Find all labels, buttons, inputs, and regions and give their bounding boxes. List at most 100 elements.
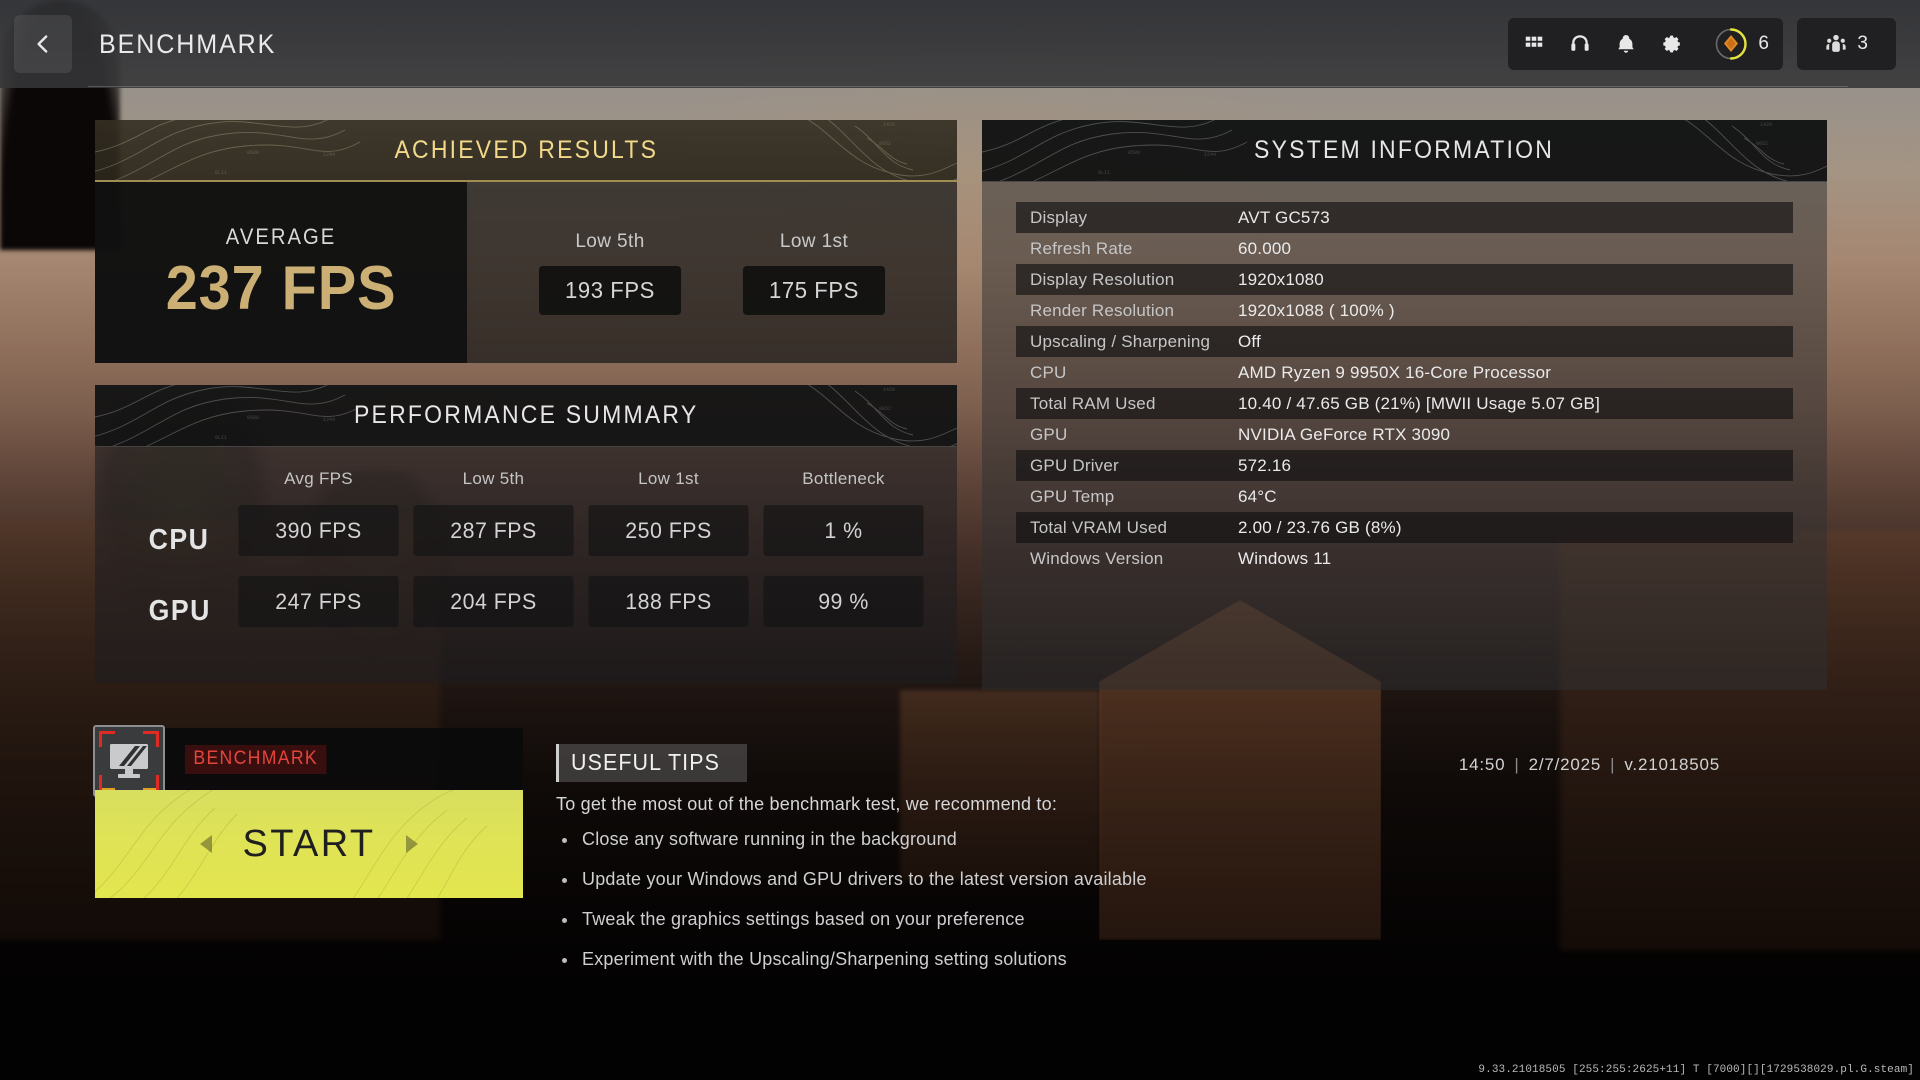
svg-text:0LI1: 0LI1 xyxy=(1098,170,1110,176)
useful-tips-title-wrap: USEFUL TIPS xyxy=(556,744,748,782)
sysinfo-key: Total RAM Used xyxy=(1030,393,1156,413)
low-percentile-group: Low 5th 193 FPS Low 1st 175 FPS xyxy=(467,182,957,363)
sysinfo-key: CPU xyxy=(1030,362,1067,382)
sysinfo-value: Off xyxy=(1238,331,1261,351)
low-5th-label: Low 5th xyxy=(575,230,645,252)
table-row: Total RAM Used 10.40 / 47.65 GB (21%) [M… xyxy=(1016,388,1793,419)
sysinfo-value: 2.00 / 23.76 GB (8%) xyxy=(1238,517,1402,537)
corner-mark-tl-v xyxy=(99,731,102,747)
page-title: BENCHMARK xyxy=(99,28,277,59)
table-row: Windows Version Windows 11 xyxy=(1016,543,1793,574)
table-row: GPU Temp 64°C xyxy=(1016,481,1793,512)
squad-members-count: 3 xyxy=(1857,33,1868,54)
svg-text:0LI1: 0LI1 xyxy=(215,170,227,176)
sysinfo-key: Refresh Rate xyxy=(1030,238,1133,258)
corner-mark-br-v xyxy=(156,775,159,791)
corner-mark-tr-v xyxy=(156,731,159,747)
performance-summary-body: Avg FPS Low 5th Low 1st Bottleneck CPU 3… xyxy=(95,447,957,683)
currency-amount: 6 xyxy=(1758,33,1770,54)
sysinfo-value: 1920x1080 xyxy=(1238,269,1324,289)
svg-text:0052: 0052 xyxy=(1756,141,1768,147)
sysinfo-key: GPU Temp xyxy=(1030,486,1115,506)
top-navigation-bar: BENCHMARK 6 3 xyxy=(0,0,1920,88)
squad-members-button[interactable]: 3 xyxy=(1797,18,1896,70)
average-label: AVERAGE xyxy=(225,223,337,249)
sysinfo-key: Display xyxy=(1030,207,1088,227)
list-item: Experiment with the Upscaling/Sharpening… xyxy=(556,949,1316,970)
sysinfo-key: Upscaling / Sharpening xyxy=(1030,331,1211,351)
svg-text:0580: 0580 xyxy=(1128,150,1140,156)
achieved-results-panel: 05800LI1 11601192 12440052 1420 ACHIEVED… xyxy=(95,120,957,363)
header-divider xyxy=(88,86,1848,87)
table-row: Display Resolution 1920x1080 xyxy=(1016,264,1793,295)
sysinfo-value: NVIDIA GeForce RTX 3090 xyxy=(1238,424,1451,444)
performance-summary-panel: 05800LI1 11601192 12440052 1420 PERFORMA… xyxy=(95,385,957,683)
svg-text:0580: 0580 xyxy=(247,415,259,421)
currency-indicator[interactable]: 6 xyxy=(1706,27,1769,61)
list-item: Tweak the graphics settings based on you… xyxy=(556,909,1316,930)
svg-text:1420: 1420 xyxy=(883,122,895,128)
benchmark-action-block: BENCHMARK START xyxy=(93,725,523,898)
sysinfo-key: Render Resolution xyxy=(1030,300,1175,320)
sysinfo-value: 1920x1088 ( 100% ) xyxy=(1238,300,1395,320)
achieved-results-title: ACHIEVED RESULTS xyxy=(394,135,658,164)
useful-tips-section: USEFUL TIPS To get the most out of the b… xyxy=(556,744,1316,989)
benchmark-monitor-icon xyxy=(93,725,165,797)
perf-gpu-low1: 188 FPS xyxy=(588,576,749,627)
low-5th-value: 193 FPS xyxy=(538,265,682,315)
start-button[interactable]: START xyxy=(95,790,523,898)
sysinfo-key: GPU Driver xyxy=(1030,455,1119,475)
svg-text:0LI1: 0LI1 xyxy=(215,435,227,441)
svg-text:1420: 1420 xyxy=(883,387,895,393)
stamp-divider-2: | xyxy=(1610,755,1616,774)
low-5th-stat: Low 5th 193 FPS xyxy=(536,231,684,315)
svg-text:1244: 1244 xyxy=(323,152,335,158)
table-row: Render Resolution 1920x1088 ( 100% ) xyxy=(1016,295,1793,326)
headset-button[interactable] xyxy=(1568,32,1592,56)
sysinfo-value: AVT GC573 xyxy=(1238,207,1330,227)
status-stamp: 14:50 | 2/7/2025 | v.21018505 xyxy=(1459,755,1720,775)
top-bar-right-cluster: 6 3 xyxy=(1508,18,1896,70)
stamp-date: 2/7/2025 xyxy=(1528,755,1602,774)
system-information-body: Display AVT GC573 Refresh Rate 60.000 Di… xyxy=(982,182,1827,690)
sysinfo-key: Display Resolution xyxy=(1030,269,1175,289)
low-1st-stat: Low 1st 175 FPS xyxy=(740,231,888,315)
settings-gear-icon xyxy=(1663,35,1681,53)
table-row: Display AVT GC573 xyxy=(1016,202,1793,233)
list-item: Close any software running in the backgr… xyxy=(556,829,1316,850)
perf-col-header-low1: Low 1st xyxy=(638,469,699,488)
table-row: Refresh Rate 60.000 xyxy=(1016,233,1793,264)
stamp-time: 14:50 xyxy=(1458,755,1506,774)
perf-cpu-bottleneck: 1 % xyxy=(763,505,924,556)
useful-tips-intro: To get the most out of the benchmark tes… xyxy=(556,794,1058,814)
svg-text:1244: 1244 xyxy=(323,417,335,423)
sysinfo-value: 60.000 xyxy=(1238,238,1292,258)
perf-row-label-gpu: GPU xyxy=(148,595,211,627)
sysinfo-key: GPU xyxy=(1030,424,1068,444)
svg-text:0052: 0052 xyxy=(879,141,891,147)
table-row: Total VRAM Used 2.00 / 23.76 GB (8%) xyxy=(1016,512,1793,543)
perf-col-header-bottleneck: Bottleneck xyxy=(802,469,885,488)
notifications-button[interactable] xyxy=(1614,32,1638,56)
sysinfo-key: Total VRAM Used xyxy=(1030,517,1168,537)
grid-apps-button[interactable] xyxy=(1522,32,1546,56)
start-button-label: START xyxy=(242,822,376,865)
achieved-results-header: 05800LI1 11601192 12440052 1420 ACHIEVED… xyxy=(95,120,957,182)
average-value: 237 FPS xyxy=(165,253,397,323)
perf-gpu-low5: 204 FPS xyxy=(413,576,574,627)
back-button[interactable] xyxy=(14,15,72,73)
sysinfo-value: 572.16 xyxy=(1238,455,1292,475)
useful-tips-list: Close any software running in the backgr… xyxy=(556,829,1316,970)
perf-col-header-low5: Low 5th xyxy=(462,469,525,488)
table-row: GPU Driver 572.16 xyxy=(1016,450,1793,481)
perf-cpu-low1: 250 FPS xyxy=(588,505,749,556)
corner-mark-bl-v xyxy=(99,775,102,791)
list-item: Update your Windows and GPU drivers to t… xyxy=(556,869,1316,890)
settings-button[interactable] xyxy=(1660,32,1684,56)
system-icon-cluster: 6 xyxy=(1508,18,1784,70)
start-arrow-right-icon xyxy=(405,835,418,853)
svg-text:1420: 1420 xyxy=(1760,122,1772,128)
grid-apps-icon xyxy=(1526,36,1543,47)
start-arrow-left-icon xyxy=(200,835,213,853)
headset-icon xyxy=(1571,35,1589,51)
